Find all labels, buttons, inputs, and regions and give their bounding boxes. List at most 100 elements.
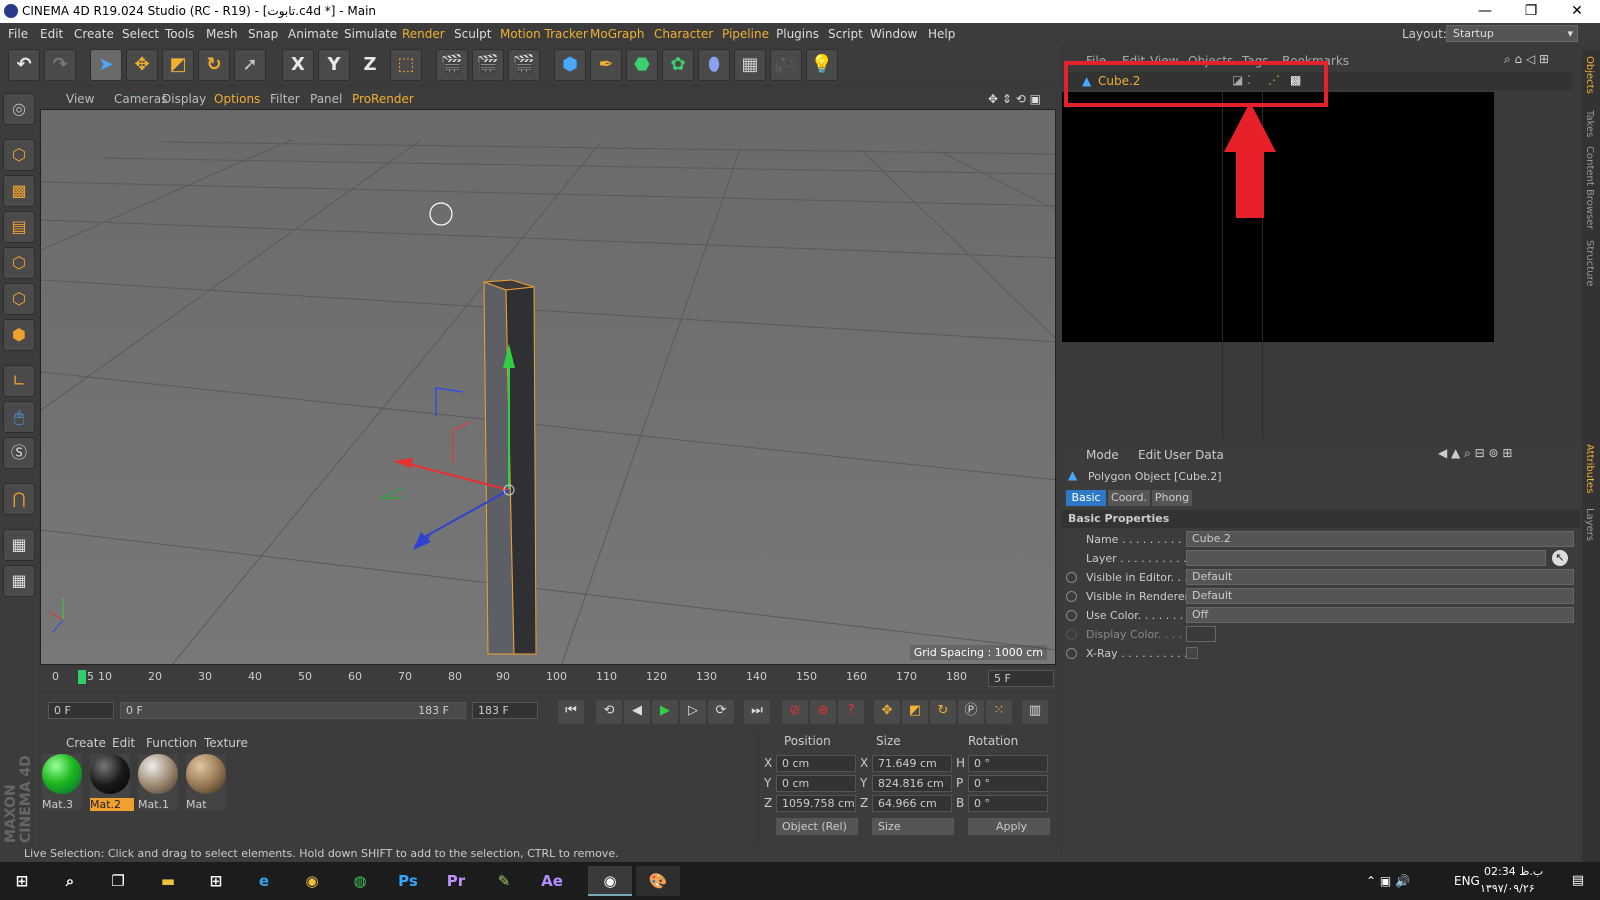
menu-window[interactable]: Window [870, 27, 917, 41]
animate-dot-icon[interactable] [1066, 629, 1077, 640]
coordinate-system-button[interactable]: ⬚ [390, 49, 422, 81]
photoshop-icon[interactable]: Ps [386, 866, 430, 896]
timeline-window-button[interactable]: ▥ [1022, 700, 1048, 724]
paint-taskbar-icon[interactable]: 🎨 [636, 866, 680, 896]
redo-button[interactable]: ↷ [44, 49, 76, 81]
attr-menu-mode[interactable]: Mode [1086, 448, 1119, 462]
workplane-lock-button[interactable]: ▦ [3, 529, 35, 561]
material-swatch[interactable]: Mat.1 [138, 754, 178, 811]
go-to-end-button[interactable]: ⏭ [744, 700, 770, 724]
render-view-button[interactable]: 🎬 [436, 49, 468, 81]
position-z-field[interactable]: 1059.758 cm [776, 795, 856, 812]
live-selection-button[interactable]: ➤ [90, 49, 122, 81]
key-rotation-button[interactable]: ↻ [930, 700, 956, 724]
z-axis-lock-button[interactable]: Z [354, 49, 386, 81]
menu-render[interactable]: Render [402, 27, 445, 41]
premiere-icon[interactable]: Pr [434, 866, 478, 896]
layer-field[interactable] [1186, 550, 1546, 566]
side-tab-takes[interactable]: Takes [1584, 110, 1595, 137]
menu-pipeline[interactable]: Pipeline [722, 27, 769, 41]
move-tool-button[interactable]: ✥ [126, 49, 158, 81]
layer-picker-icon[interactable]: ↖ [1552, 550, 1568, 566]
position-y-field[interactable]: 0 cm [776, 775, 856, 792]
name-field[interactable]: Cube.2 [1186, 531, 1574, 547]
recent-tool-button[interactable]: ➚ [234, 49, 266, 81]
objects-toolbar-icons[interactable]: ⌕ ⌂ ◁ ⊞ [1504, 52, 1549, 67]
size-y-field[interactable]: 824.816 cm [872, 775, 952, 792]
cube-object-button[interactable]: ⬢ [554, 49, 586, 81]
scale-tool-button[interactable]: ◩ [162, 49, 194, 81]
viewport-menu-prorender[interactable]: ProRender [352, 92, 414, 106]
record-key-button[interactable]: ⊘ [782, 700, 808, 724]
menu-snap[interactable]: Snap [248, 27, 278, 41]
maximize-button[interactable]: ❐ [1508, 0, 1554, 23]
rotate-tool-button[interactable]: ↻ [198, 49, 230, 81]
position-x-field[interactable]: 0 cm [776, 755, 856, 772]
timeline-ruler[interactable]: 0 5 10 20 30 40 50 60 70 80 90 100 110 1… [40, 668, 1056, 690]
autokey-button[interactable]: ⊛ [810, 700, 836, 724]
solo-mode-button[interactable]: Ⓢ [3, 437, 35, 469]
edges-mode-button[interactable]: ⬡ [3, 283, 35, 315]
light-object-button[interactable]: 💡 [806, 49, 838, 81]
undo-button[interactable]: ↶ [8, 49, 40, 81]
side-tab-objects[interactable]: Objects [1584, 56, 1595, 94]
material-menu-create[interactable]: Create [66, 736, 106, 750]
display-color-swatch[interactable] [1186, 626, 1216, 642]
render-settings-button[interactable]: 🎬 [508, 49, 540, 81]
close-button[interactable]: ✕ [1554, 0, 1600, 23]
array-generator-button[interactable]: ✿ [662, 49, 694, 81]
model-mode-button[interactable]: ⬡ [3, 139, 35, 171]
menu-animate[interactable]: Animate [288, 27, 338, 41]
coord-mode-select[interactable]: Object (Rel) [776, 818, 858, 835]
snapping-button[interactable]: ⋂ [3, 483, 35, 515]
previous-frame-button[interactable]: ◀ [624, 700, 650, 724]
floor-object-button[interactable]: ▦ [734, 49, 766, 81]
frame-range-slider[interactable]: 0 F 183 F [120, 702, 466, 719]
y-axis-lock-button[interactable]: Y [318, 49, 350, 81]
max-frame-field[interactable]: 183 F [472, 702, 538, 719]
side-tab-structure[interactable]: Structure [1584, 240, 1595, 287]
after-effects-icon[interactable]: Ae [530, 866, 574, 896]
material-swatch[interactable]: Mat.3 [42, 754, 82, 811]
material-swatch[interactable]: Mat [186, 754, 226, 811]
key-scale-button[interactable]: ◩ [902, 700, 928, 724]
x-axis-lock-button[interactable]: X [282, 49, 314, 81]
notepad-icon[interactable]: ✎ [482, 866, 526, 896]
material-menu-edit[interactable]: Edit [112, 736, 135, 750]
texture-mode-button[interactable]: ▩ [3, 175, 35, 207]
attr-menu-user-data[interactable]: User Data [1164, 448, 1224, 462]
playhead-marker[interactable] [78, 670, 86, 684]
side-tab-layers[interactable]: Layers [1584, 508, 1595, 541]
current-frame-field[interactable]: 0 F [48, 702, 114, 719]
camera-object-button[interactable]: 🎥 [770, 49, 802, 81]
viewport-menu-view[interactable]: View [66, 92, 94, 106]
play-button[interactable]: ▶ [652, 700, 678, 724]
previous-key-button[interactable]: ⟲ [596, 700, 622, 724]
next-frame-button[interactable]: ▷ [680, 700, 706, 724]
attr-tab-basic[interactable]: Basic [1066, 490, 1106, 506]
3d-viewport[interactable]: Grid Spacing : 1000 cm [40, 109, 1056, 665]
polygons-mode-button[interactable]: ⬢ [3, 319, 35, 351]
keyframe-selection-button[interactable]: ? [838, 700, 864, 724]
go-to-start-button[interactable]: ⏮ [558, 700, 584, 724]
viewport-menu-panel[interactable]: Panel [310, 92, 342, 106]
menu-file[interactable]: File [8, 27, 28, 41]
menu-mograph[interactable]: MoGraph [590, 27, 645, 41]
menu-motion-tracker[interactable]: Motion Tracker [500, 27, 588, 41]
minimize-button[interactable]: — [1462, 0, 1508, 23]
viewport-nav-icons[interactable]: ✥ ⇕ ⟲ ▣ [988, 92, 1041, 106]
animate-dot-icon[interactable] [1066, 591, 1077, 602]
animate-dot-icon[interactable] [1066, 610, 1077, 621]
task-view-icon[interactable]: ❐ [96, 866, 140, 896]
menu-create[interactable]: Create [74, 27, 114, 41]
side-tab-content-browser[interactable]: Content Browser [1584, 146, 1595, 229]
menu-plugins[interactable]: Plugins [776, 27, 819, 41]
menu-tools[interactable]: Tools [165, 27, 195, 41]
animate-dot-icon[interactable] [1066, 648, 1077, 659]
search-icon[interactable]: ⌕ [48, 866, 92, 896]
clock-time[interactable]: 02:34 ب.ظ [1484, 865, 1543, 878]
use-color-select[interactable]: Off [1186, 607, 1574, 623]
menu-edit[interactable]: Edit [40, 27, 63, 41]
apply-button[interactable]: Apply [968, 818, 1050, 835]
size-x-field[interactable]: 71.649 cm [872, 755, 952, 772]
